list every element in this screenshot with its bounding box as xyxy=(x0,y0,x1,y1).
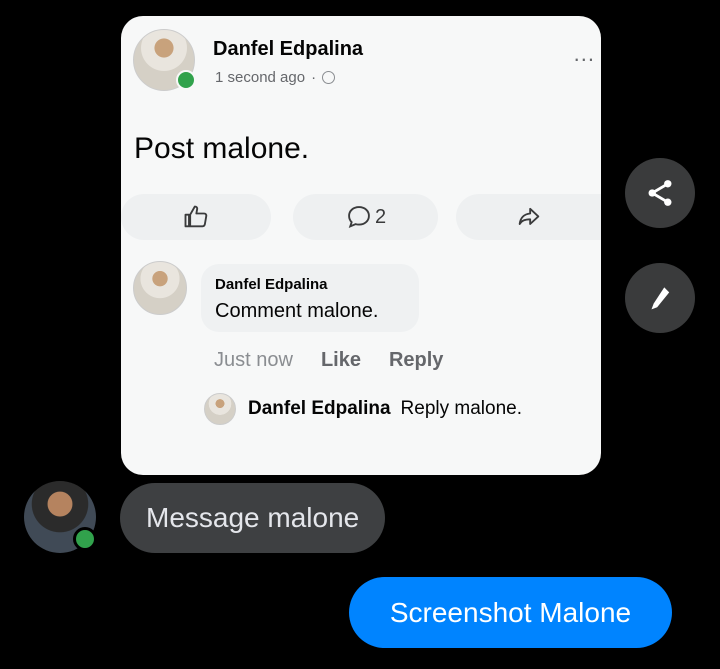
share-arrow-icon xyxy=(518,207,539,225)
sender-online-dot xyxy=(73,527,97,551)
post-timestamp[interactable]: 1 second ago xyxy=(215,69,305,86)
edit-button[interactable] xyxy=(625,263,695,333)
share-post-button[interactable] xyxy=(456,194,601,240)
meta-separator: · xyxy=(311,69,317,86)
comment-button[interactable]: 2 xyxy=(293,194,438,240)
reply-item[interactable]: Danfel Edpalina Reply malone. xyxy=(204,393,522,425)
online-status-dot xyxy=(176,70,196,90)
comment-text: Comment malone. xyxy=(215,300,379,322)
comment-actions: Just now Like Reply xyxy=(214,349,443,372)
replier-avatar[interactable] xyxy=(204,393,236,425)
sender-avatar[interactable] xyxy=(24,481,97,553)
post-action-bar: 2 xyxy=(121,194,601,240)
post-meta: 1 second ago · xyxy=(215,69,336,86)
comment-count: 2 xyxy=(374,205,387,228)
share-icon xyxy=(648,180,672,206)
like-button[interactable] xyxy=(121,194,271,240)
comment-icon xyxy=(348,206,370,228)
poster-avatar[interactable] xyxy=(133,29,196,91)
commenter-name[interactable]: Danfel Edpalina xyxy=(215,276,328,293)
replier-name[interactable]: Danfel Edpalina xyxy=(248,398,391,420)
reply-text: Reply malone. xyxy=(400,398,522,419)
comment-time: Just now xyxy=(214,349,293,371)
incoming-message-bubble[interactable]: Message malone xyxy=(120,483,386,553)
outgoing-message-bubble[interactable]: Screenshot Malone xyxy=(349,577,672,648)
poster-name[interactable]: Danfel Edpalina xyxy=(213,38,363,61)
comment-like-button[interactable]: Like xyxy=(321,349,361,372)
shared-post-card[interactable]: Danfel Edpalina 1 second ago · ... Post … xyxy=(121,16,601,475)
comment-bubble: Danfel Edpalina Comment malone. xyxy=(201,264,419,332)
thumbs-up-icon xyxy=(184,205,208,228)
pencil-icon xyxy=(651,287,670,310)
post-text: Post malone. xyxy=(134,132,310,165)
comment-reply-button[interactable]: Reply xyxy=(389,349,443,372)
commenter-avatar[interactable] xyxy=(133,261,187,315)
share-button[interactable] xyxy=(625,158,695,228)
more-options-icon[interactable]: ... xyxy=(574,41,595,67)
globe-icon xyxy=(322,71,336,84)
